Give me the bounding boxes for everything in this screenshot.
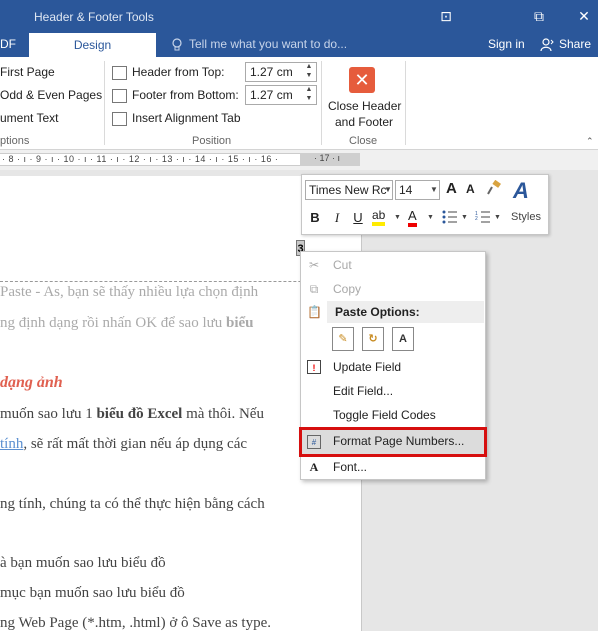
- menu-item-copy[interactable]: Copy: [333, 282, 361, 296]
- insert-alignment-tab-button[interactable]: Insert Alignment Tab: [132, 111, 241, 125]
- context-tab-title: Header & Footer Tools: [34, 10, 154, 24]
- document-line: ng Web Page (*.htm, .html) ở ô Save as t…: [0, 615, 271, 631]
- sign-in-link[interactable]: Sign in: [488, 37, 525, 51]
- paste-icon: 📋: [307, 305, 322, 319]
- group-label-options: ptions: [0, 135, 30, 147]
- font-name-box[interactable]: Times New Rc: [305, 180, 393, 200]
- tab-partial[interactable]: DF: [0, 37, 16, 51]
- document-heading: dạng ảnh: [0, 374, 63, 391]
- paste-text-only-icon[interactable]: A: [392, 327, 414, 351]
- font-color-dropdown-icon[interactable]: ▼: [427, 214, 434, 221]
- header-from-top-icon: [112, 66, 127, 80]
- share-person-icon: [540, 38, 554, 52]
- footer-from-bottom-label: Footer from Bottom:: [132, 88, 239, 102]
- lightbulb-icon: [171, 38, 183, 52]
- font-icon: A: [309, 460, 319, 474]
- ribbon-separator: [405, 61, 406, 145]
- document-line: ng tính, chúng ta có thể thực hiện bằng …: [0, 496, 265, 512]
- tab-design[interactable]: Design: [29, 33, 156, 57]
- underline-button[interactable]: U: [351, 210, 365, 225]
- font-size-dropdown-icon[interactable]: ▼: [430, 185, 438, 194]
- close-header-footer-line1[interactable]: Close Header: [328, 99, 401, 113]
- ribbon-separator: [104, 61, 105, 145]
- document-line: à bạn muốn sao lưu biểu đồ: [0, 555, 166, 571]
- styles-icon[interactable]: A: [513, 178, 529, 204]
- paste-options-label: Paste Options:: [335, 305, 420, 319]
- bold-button[interactable]: B: [308, 210, 322, 225]
- close-header-footer-line2[interactable]: and Footer: [335, 115, 393, 129]
- footer-from-bottom-icon: [112, 89, 127, 103]
- font-name-dropdown-icon[interactable]: ▼: [384, 185, 392, 194]
- ribbon-display-options-icon[interactable]: ⊡: [434, 6, 458, 26]
- restore-icon[interactable]: ⧉: [527, 6, 551, 26]
- numbering-dropdown-icon[interactable]: ▼: [494, 214, 501, 221]
- document-line: tính, sẽ rất mất thời gian nếu áp dụng c…: [0, 436, 248, 452]
- hyperlink[interactable]: tính: [0, 436, 23, 452]
- menu-item-update-field[interactable]: Update Field: [333, 360, 401, 374]
- format-painter-icon[interactable]: [486, 179, 502, 196]
- menu-item-toggle-field-codes[interactable]: Toggle Field Codes: [333, 408, 436, 422]
- bullets-icon[interactable]: [442, 210, 458, 224]
- font-color-button[interactable]: A: [408, 209, 417, 227]
- update-field-icon: !: [307, 360, 321, 374]
- ruler-margin[interactable]: · 17 · ı: [300, 153, 360, 166]
- bold-text: biểu: [226, 315, 254, 331]
- italic-button[interactable]: I: [330, 210, 344, 226]
- header-spinner-arrows[interactable]: ▲ ▼: [303, 62, 315, 82]
- document-line: Paste - As, bạn sẽ thấy nhiều lựa chọn đ…: [0, 284, 259, 300]
- highlight-dropdown-icon[interactable]: ▼: [394, 214, 401, 221]
- header-from-top-label: Header from Top:: [132, 65, 225, 79]
- grow-font-icon[interactable]: A: [446, 180, 457, 197]
- document-line: mục bạn muốn sao lưu biểu đồ: [0, 585, 185, 601]
- option-odd-even-pages[interactable]: Odd & Even Pages: [0, 88, 102, 102]
- close-header-footer-icon[interactable]: ✕: [349, 67, 375, 93]
- bullets-dropdown-icon[interactable]: ▼: [461, 214, 468, 221]
- document-line: ng định dạng rồi nhấn OK để sao lưu biểu: [0, 315, 254, 331]
- menu-item-edit-field[interactable]: Edit Field...: [333, 384, 393, 398]
- bold-text: biểu đồ Excel: [96, 406, 183, 422]
- share-button[interactable]: Share: [559, 37, 591, 51]
- shrink-font-icon[interactable]: A: [466, 182, 475, 196]
- ribbon-separator: [321, 61, 322, 145]
- collapse-ribbon-icon[interactable]: ⌃: [586, 136, 594, 147]
- tell-me-search[interactable]: Tell me what you want to do...: [189, 37, 347, 51]
- group-label-close: Close: [349, 135, 378, 147]
- footer-spinner-arrows[interactable]: ▲ ▼: [303, 85, 315, 105]
- numbering-icon[interactable]: 12: [475, 210, 491, 224]
- close-window-icon[interactable]: ✕: [572, 6, 596, 26]
- option-first-page[interactable]: First Page: [0, 65, 55, 79]
- document-line: muốn sao lưu 1 biểu đồ Excel mà thôi. Nế…: [0, 406, 264, 422]
- styles-label[interactable]: Styles: [511, 211, 541, 223]
- paste-keep-formatting-icon[interactable]: ✎: [332, 327, 354, 351]
- highlight-button[interactable]: ab: [372, 209, 386, 226]
- menu-item-cut[interactable]: Cut: [333, 258, 352, 272]
- red-highlight-box: [299, 427, 487, 457]
- copy-icon: ⧉: [309, 282, 319, 296]
- paste-merge-formatting-icon[interactable]: ↻: [362, 327, 384, 351]
- cut-icon: ✂: [308, 258, 320, 272]
- menu-item-font[interactable]: Font...: [333, 460, 367, 474]
- insert-alignment-tab-icon: [112, 112, 127, 126]
- option-show-document-text[interactable]: ument Text: [0, 111, 58, 125]
- svg-text:2: 2: [475, 216, 478, 222]
- group-label-position: Position: [192, 135, 232, 147]
